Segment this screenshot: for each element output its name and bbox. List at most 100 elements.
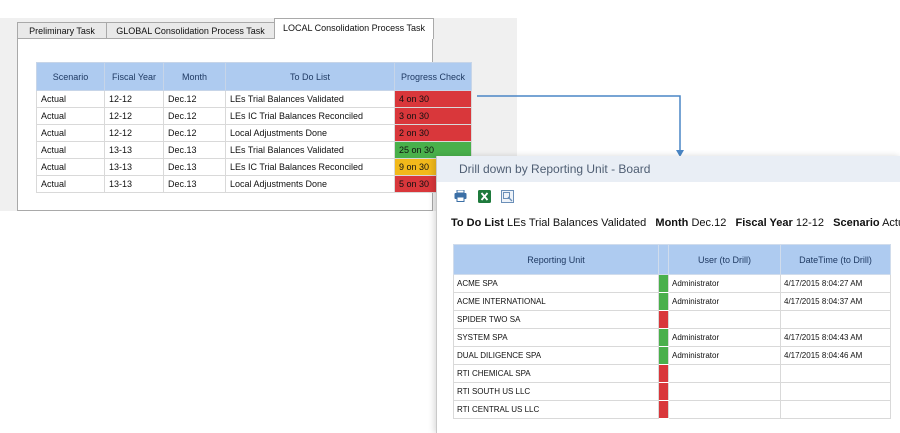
cell-datetime: 4/17/2015 8:04:46 AM <box>780 346 891 365</box>
cell-user: Administrator <box>668 274 781 293</box>
cell-todo: Local Adjustments Done <box>225 175 395 193</box>
cell-datetime: 4/17/2015 8:04:27 AM <box>780 274 891 293</box>
cell-reporting-unit: SYSTEM SPA <box>453 328 659 347</box>
criteria-fiscal-year-label: Fiscal Year <box>735 217 793 229</box>
col-progress-check[interactable]: Progress Check <box>394 62 472 91</box>
tab-preliminary-task[interactable]: Preliminary Task <box>17 22 107 38</box>
col-user[interactable]: User (to Drill) <box>668 244 781 275</box>
cell-datetime <box>780 364 891 383</box>
reporting-unit-row[interactable]: RTI SOUTH US LLC <box>453 382 891 401</box>
col-month[interactable]: Month <box>163 62 226 91</box>
cell-fiscal-year: 12-12 <box>104 107 164 125</box>
cell-month: Dec.13 <box>163 158 226 176</box>
reporting-unit-row[interactable]: RTI CHEMICAL SPA <box>453 364 891 383</box>
col-scenario[interactable]: Scenario <box>36 62 105 91</box>
cell-datetime <box>780 382 891 401</box>
cell-reporting-unit: RTI CENTRAL US LLC <box>453 400 659 419</box>
status-flag <box>658 364 669 383</box>
cell-user: Administrator <box>668 328 781 347</box>
cell-todo: Local Adjustments Done <box>225 124 395 142</box>
criteria-todo-label: To Do List <box>451 217 504 229</box>
cell-month: Dec.13 <box>163 175 226 193</box>
cell-month: Dec.12 <box>163 124 226 142</box>
reporting-unit-grid: Reporting Unit User (to Drill) DateTime … <box>453 244 891 419</box>
cell-reporting-unit: SPIDER TWO SA <box>453 310 659 329</box>
criteria-month-value: Dec.12 <box>691 217 727 229</box>
cell-datetime <box>780 310 891 329</box>
col-fiscal-year[interactable]: Fiscal Year <box>104 62 164 91</box>
cell-user <box>668 364 781 383</box>
cell-scenario: Actual <box>36 90 105 108</box>
print-icon[interactable] <box>453 189 467 203</box>
status-flag <box>658 292 669 311</box>
excel-export-icon[interactable] <box>477 189 491 203</box>
cell-fiscal-year: 13-13 <box>104 175 164 193</box>
tab-global-consolidation[interactable]: GLOBAL Consolidation Process Task <box>106 22 275 38</box>
criteria-month-label: Month <box>655 217 689 229</box>
window-title: Drill down by Reporting Unit - Board <box>437 156 900 182</box>
cell-reporting-unit: ACME INTERNATIONAL <box>453 292 659 311</box>
view-icon[interactable] <box>500 189 514 203</box>
cell-datetime: 4/17/2015 8:04:37 AM <box>780 292 891 311</box>
cell-user <box>668 310 781 329</box>
reporting-unit-row[interactable]: SPIDER TWO SA <box>453 310 891 329</box>
status-flag <box>658 346 669 365</box>
cell-todo: LEs Trial Balances Validated <box>225 141 395 159</box>
cell-month: Dec.12 <box>163 90 226 108</box>
task-row[interactable]: Actual 13-13 Dec.13 LEs Trial Balances Vali… <box>36 141 472 159</box>
cell-scenario: Actual <box>36 107 105 125</box>
status-flag <box>658 274 669 293</box>
cell-user <box>668 400 781 419</box>
status-flag <box>658 382 669 401</box>
col-status-flag <box>658 244 669 275</box>
cell-user: Administrator <box>668 346 781 365</box>
task-row[interactable]: Actual 12-12 Dec.12 LEs Trial Balances Vali… <box>36 90 472 108</box>
col-datetime[interactable]: DateTime (to Drill) <box>780 244 891 275</box>
reporting-unit-row[interactable]: SYSTEM SPA Administrator 4/17/2015 8:04:43… <box>453 328 891 347</box>
criteria-scenario-value: Actual <box>882 217 900 229</box>
reporting-unit-row[interactable]: RTI CENTRAL US LLC <box>453 400 891 419</box>
cell-scenario: Actual <box>36 124 105 142</box>
cell-reporting-unit: ACME SPA <box>453 274 659 293</box>
cell-fiscal-year: 13-13 <box>104 158 164 176</box>
task-grid: Scenario Fiscal Year Month To Do List Pr… <box>36 62 472 193</box>
cell-user <box>668 382 781 401</box>
task-row[interactable]: Actual 13-13 Dec.13 Local Adjustments Done 5… <box>36 175 472 193</box>
cell-datetime: 4/17/2015 8:04:43 AM <box>780 328 891 347</box>
cell-month: Dec.12 <box>163 107 226 125</box>
cell-fiscal-year: 13-13 <box>104 141 164 159</box>
col-todo-list[interactable]: To Do List <box>225 62 395 91</box>
tab-local-consolidation[interactable]: LOCAL Consolidation Process Task <box>274 18 434 39</box>
cell-reporting-unit: DUAL DILIGENCE SPA <box>453 346 659 365</box>
status-flag <box>658 400 669 419</box>
criteria-fiscal-year-value: 12-12 <box>795 217 824 229</box>
cell-month: Dec.13 <box>163 141 226 159</box>
cell-datetime <box>780 400 891 419</box>
cell-progress[interactable]: 2 on 30 <box>394 124 472 142</box>
cell-scenario: Actual <box>36 175 105 193</box>
drilldown-window: Drill down by Reporting Unit - Board To … <box>436 156 900 433</box>
cell-todo: LEs Trial Balances Validated <box>225 90 395 108</box>
reporting-unit-row[interactable]: ACME SPA Administrator 4/17/2015 8:04:27 A… <box>453 274 891 293</box>
cell-reporting-unit: RTI CHEMICAL SPA <box>453 364 659 383</box>
task-row[interactable]: Actual 12-12 Dec.12 LEs IC Trial Balances R… <box>36 107 472 125</box>
cell-progress[interactable]: 4 on 30 <box>394 90 472 108</box>
cell-fiscal-year: 12-12 <box>104 90 164 108</box>
cell-scenario: Actual <box>36 158 105 176</box>
cell-todo: LEs IC Trial Balances Reconciled <box>225 107 395 125</box>
status-flag <box>658 310 669 329</box>
task-row[interactable]: Actual 13-13 Dec.13 LEs IC Trial Balances R… <box>36 158 472 176</box>
col-reporting-unit[interactable]: Reporting Unit <box>453 244 659 275</box>
criteria-scenario-label: Scenario <box>833 217 880 229</box>
cell-user: Administrator <box>668 292 781 311</box>
cell-scenario: Actual <box>36 141 105 159</box>
status-flag <box>658 328 669 347</box>
drilldown-criteria: To Do List LEs Trial Balances Validated … <box>451 217 900 229</box>
cell-fiscal-year: 12-12 <box>104 124 164 142</box>
reporting-unit-row[interactable]: ACME INTERNATIONAL Administrator 4/17/2015… <box>453 292 891 311</box>
criteria-todo-value: LEs Trial Balances Validated <box>507 217 647 229</box>
reporting-unit-row[interactable]: DUAL DILIGENCE SPA Administrator 4/17/2015… <box>453 346 891 365</box>
cell-progress[interactable]: 3 on 30 <box>394 107 472 125</box>
cell-todo: LEs IC Trial Balances Reconciled <box>225 158 395 176</box>
task-row[interactable]: Actual 12-12 Dec.12 Local Adjustments Done 2… <box>36 124 472 142</box>
